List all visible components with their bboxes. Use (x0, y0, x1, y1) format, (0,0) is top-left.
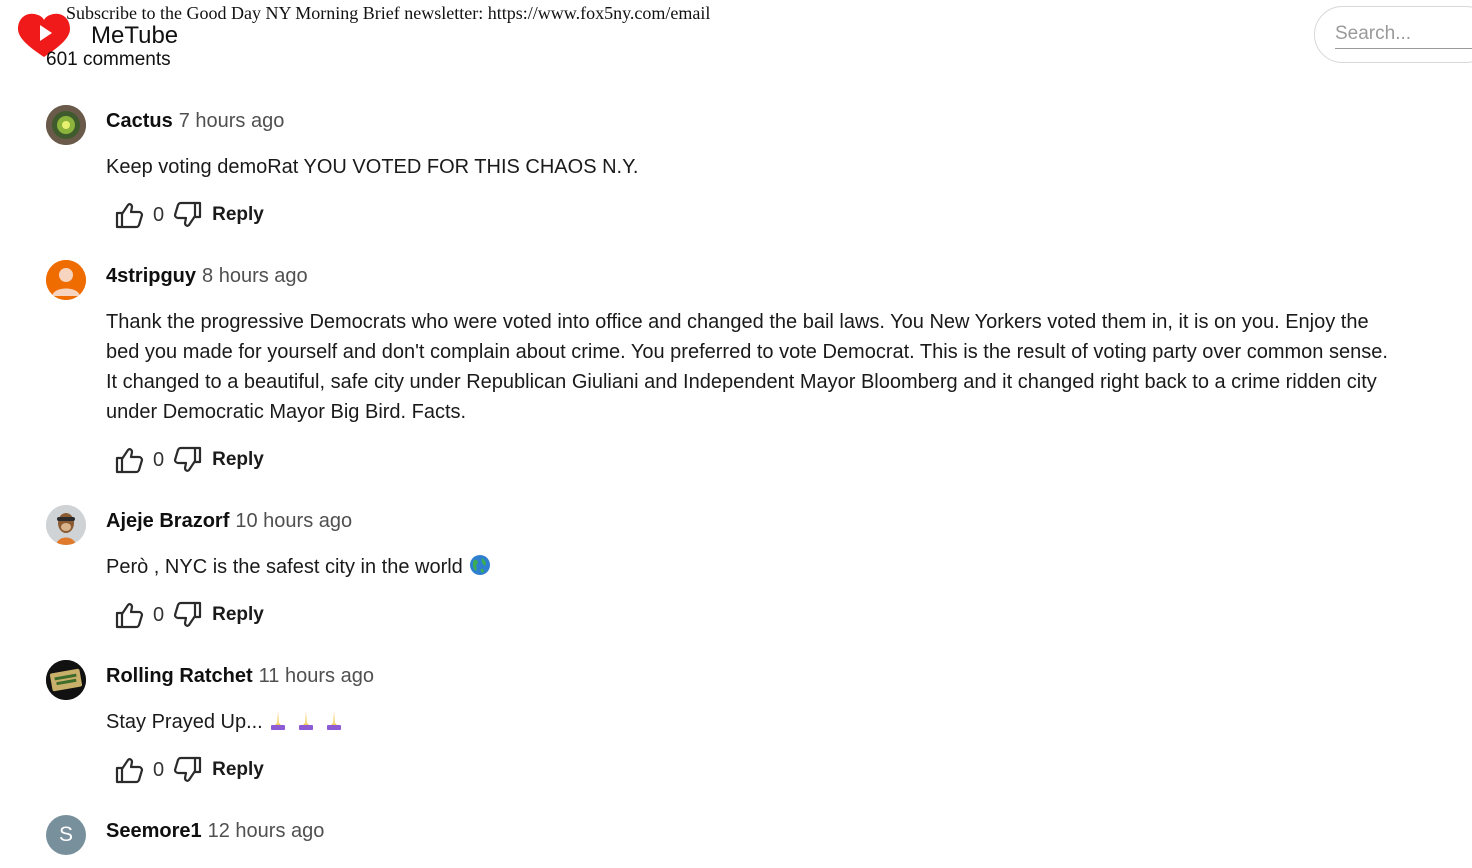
thumbs-up-icon[interactable] (114, 200, 144, 230)
comment-header: Seemore1 12 hours ago (106, 820, 324, 843)
comment-author[interactable]: 4stripguy (106, 265, 196, 287)
comment-header: 4stripguy 8 hours ago (106, 265, 308, 288)
search-input[interactable] (1335, 19, 1472, 49)
ape-avatar-icon[interactable] (46, 505, 86, 545)
avatar-letter: S (58, 823, 73, 846)
like-count: 0 (153, 603, 165, 626)
thumbs-down-icon[interactable] (173, 600, 203, 630)
comments-count: 601 comments (46, 49, 171, 70)
comment-text-content: Però , NYC is the safest city in the wor… (106, 556, 463, 578)
comment-text: Thank the progressive Democrats who were… (106, 311, 1388, 423)
praying-hands-emoji-icon (297, 709, 315, 740)
search-box (1314, 6, 1472, 63)
like-count: 0 (153, 758, 165, 781)
praying-hands-emoji-icon (269, 709, 287, 740)
rolling-ratchet-avatar-icon[interactable] (46, 660, 86, 700)
reply-button[interactable]: Reply (212, 759, 264, 781)
comment-header: Cactus 7 hours ago (106, 110, 284, 133)
comment-text: Keep voting demoRat YOU VOTED FOR THIS C… (106, 156, 639, 178)
comment-author[interactable]: Ajeje Brazorf (106, 510, 229, 532)
app-brand-name[interactable]: MeTube (91, 22, 178, 50)
comment-time: 11 hours ago (258, 665, 374, 687)
cactus-avatar-icon[interactable] (46, 105, 86, 145)
globe-emoji-icon (469, 554, 491, 585)
comment-text: Però , NYC is the safest city in the wor… (106, 552, 1396, 585)
like-count: 0 (153, 448, 165, 471)
praying-hands-emoji-icon (325, 709, 343, 740)
comment-author[interactable]: Rolling Ratchet (106, 665, 253, 687)
comment-time: 12 hours ago (207, 820, 325, 842)
comment-author[interactable]: Seemore1 (106, 820, 202, 842)
comment-actions: 0 Reply (114, 444, 264, 476)
comment-author[interactable]: Cactus (106, 110, 173, 132)
newsletter-banner: Subscribe to the Good Day NY Morning Bri… (66, 3, 711, 23)
reply-button[interactable]: Reply (212, 204, 264, 226)
thumbs-up-icon[interactable] (114, 600, 144, 630)
thumbs-down-icon[interactable] (173, 445, 203, 475)
person-avatar-icon[interactable] (46, 260, 86, 300)
comment-actions: 0 Reply (114, 599, 264, 631)
comment-actions: 0 Reply (114, 754, 264, 786)
comment-text-content: Stay Prayed Up... (106, 711, 263, 733)
reply-button[interactable]: Reply (212, 449, 264, 471)
comment-actions: 0 Reply (114, 199, 264, 231)
thumbs-down-icon[interactable] (173, 755, 203, 785)
letter-avatar[interactable]: S (46, 815, 86, 855)
thumbs-down-icon[interactable] (173, 200, 203, 230)
comment-time: 7 hours ago (178, 110, 285, 132)
thumbs-up-icon[interactable] (114, 755, 144, 785)
thumbs-up-icon[interactable] (114, 445, 144, 475)
comment-time: 10 hours ago (235, 510, 353, 532)
reply-button[interactable]: Reply (212, 604, 264, 626)
comment-text: Stay Prayed Up... (106, 707, 1396, 740)
comment-time: 8 hours ago (202, 265, 308, 287)
like-count: 0 (153, 203, 165, 226)
comment-header: Rolling Ratchet 11 hours ago (106, 665, 374, 688)
comment-header: Ajeje Brazorf 10 hours ago (106, 510, 352, 533)
